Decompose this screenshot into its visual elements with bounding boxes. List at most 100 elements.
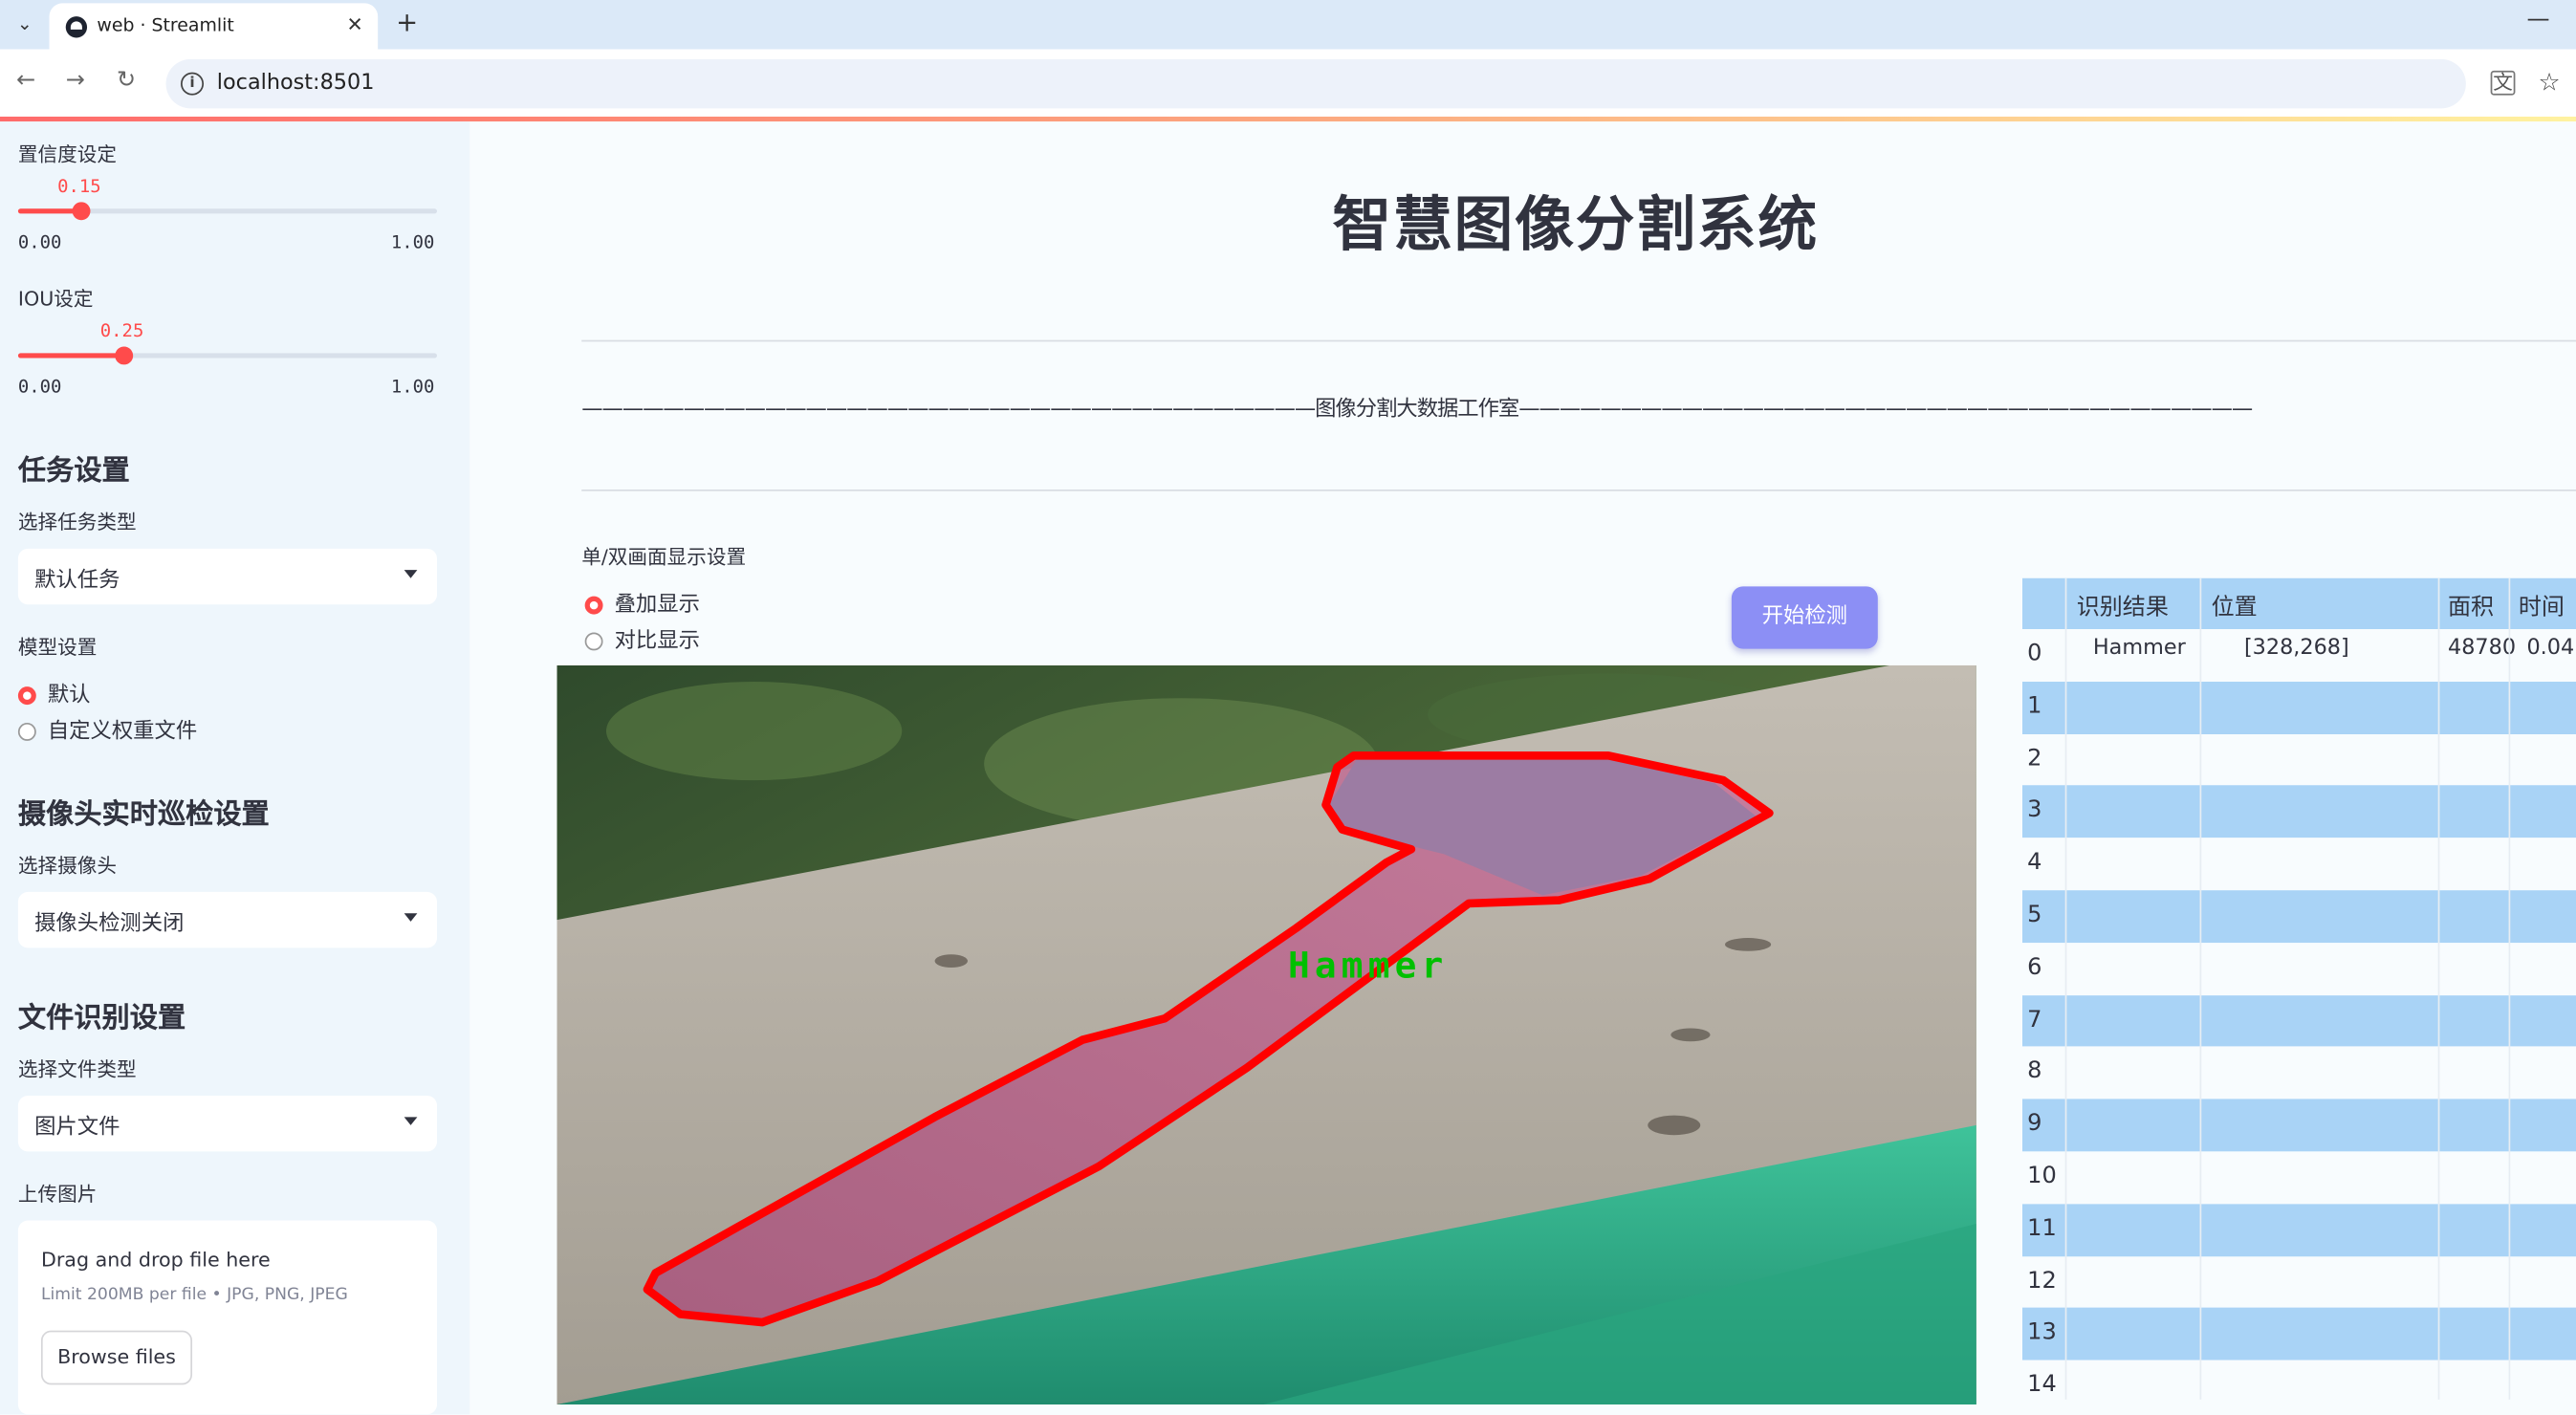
cell-result: Hammer	[2092, 635, 2186, 661]
iou-value: 0.25	[99, 320, 144, 342]
divider	[581, 489, 2576, 491]
table-row[interactable]: 2	[2021, 733, 2576, 786]
tab-search-dropdown-icon[interactable]: ⌄	[10, 10, 39, 39]
radio-unselected-icon	[17, 722, 36, 741]
row-index: 13	[2027, 1319, 2057, 1346]
column-divider	[2064, 577, 2067, 1400]
table-row[interactable]: 1	[2021, 681, 2576, 734]
camera-select[interactable]: 摄像头检测关闭	[17, 891, 438, 948]
table-row[interactable]: 4	[2021, 838, 2576, 891]
new-tab-icon[interactable]: +	[396, 7, 418, 38]
task-type-select[interactable]: 默认任务	[17, 548, 438, 605]
iou-label: IOU设定	[17, 287, 94, 311]
row-index: 12	[2027, 1267, 2057, 1295]
dropzone-title: Drag and drop file here	[40, 1248, 271, 1272]
radio-selected-icon	[17, 686, 36, 706]
page-title: 智慧图像分割系统	[1332, 192, 1819, 260]
task-type-value: 默认任务	[34, 568, 120, 594]
studio-banner: ————————————————————————————————————图像分割…	[581, 397, 2253, 423]
column-divider	[2199, 577, 2202, 1400]
translate-icon[interactable]: 文	[2490, 70, 2516, 96]
row-index: 8	[2027, 1058, 2042, 1085]
display-option-compare-label: 对比显示	[614, 629, 700, 654]
row-index: 5	[2027, 902, 2042, 928]
close-tab-icon[interactable]: ✕	[347, 13, 363, 36]
table-row[interactable]: 9	[2021, 1099, 2576, 1152]
file-type-select[interactable]: 图片文件	[17, 1095, 438, 1152]
row-index: 0	[2027, 641, 2042, 667]
file-settings-heading: 文件识别设置	[17, 1002, 186, 1035]
model-radio-default[interactable]: 默认	[17, 677, 91, 708]
browser-tab-bar: ⌄ web · Streamlit ✕ + —	[0, 0, 2576, 50]
chevron-down-icon	[404, 1117, 418, 1125]
row-index: 1	[2027, 692, 2042, 720]
table-row[interactable]: 8	[2021, 1047, 2576, 1099]
start-detection-button[interactable]: 开始检测	[1731, 586, 1878, 649]
dropzone-limit-hint: Limit 200MB per file • JPG, PNG, JPEG	[40, 1286, 348, 1305]
col-header-area: 面积	[2447, 594, 2495, 621]
radio-selected-icon	[584, 596, 603, 615]
table-row[interactable]: 13	[2021, 1308, 2576, 1361]
detection-label: Hammer	[1288, 944, 1448, 986]
camera-select-value: 摄像头检测关闭	[34, 911, 185, 937]
table-row[interactable]: 10	[2021, 1151, 2576, 1205]
table-row[interactable]: 3	[2021, 785, 2576, 838]
minimize-window-icon[interactable]: —	[2526, 7, 2549, 33]
main-content: 智慧图像分割系统 ———————————————————————————————…	[469, 121, 2576, 1415]
display-mode-label: 单/双画面显示设置	[581, 545, 747, 569]
forward-icon[interactable]: →	[66, 67, 85, 93]
browser-tab[interactable]: web · Streamlit ✕	[49, 3, 379, 50]
col-header-time: 时间	[2518, 594, 2565, 621]
display-option-overlay-label: 叠加显示	[614, 593, 700, 619]
confidence-slider[interactable]	[17, 202, 438, 221]
model-settings-label: 模型设置	[17, 635, 98, 659]
row-index: 14	[2027, 1371, 2057, 1399]
file-type-value: 图片文件	[34, 1115, 120, 1141]
row-index: 11	[2027, 1215, 2057, 1242]
table-row[interactable]: 5	[2021, 890, 2576, 943]
browse-files-button[interactable]: Browse files	[40, 1330, 193, 1385]
table-row[interactable]: 7	[2021, 994, 2576, 1048]
display-radio-overlay[interactable]: 叠加显示	[584, 586, 700, 619]
iou-slider[interactable]	[17, 346, 438, 365]
table-row[interactable]: 12	[2021, 1255, 2576, 1309]
site-info-icon[interactable]: i	[180, 72, 205, 96]
table-row[interactable]: 6	[2021, 942, 2576, 995]
column-divider	[2437, 577, 2440, 1400]
camera-settings-heading: 摄像头实时巡检设置	[17, 798, 270, 832]
model-radio-custom[interactable]: 自定义权重文件	[17, 713, 197, 744]
url-field[interactable]: i localhost:8501	[165, 58, 2466, 109]
cell-area: 48780	[2447, 635, 2517, 661]
table-row[interactable]: 11	[2021, 1204, 2576, 1256]
task-type-label: 选择任务类型	[17, 511, 137, 534]
column-divider	[2508, 577, 2511, 1400]
file-dropzone[interactable]: Drag and drop file here Limit 200MB per …	[17, 1220, 438, 1415]
row-index: 2	[2027, 745, 2042, 772]
iou-max: 1.00	[390, 376, 435, 398]
camera-select-label: 选择摄像头	[17, 854, 118, 878]
bookmark-star-icon[interactable]: ☆	[2538, 67, 2560, 97]
display-radio-compare[interactable]: 对比显示	[584, 622, 700, 654]
confidence-min: 0.00	[17, 231, 62, 253]
cell-time: 0.04	[2526, 635, 2575, 661]
segmentation-overlay-picture: Hammer	[557, 664, 1976, 1404]
tab-title: web · Streamlit	[97, 14, 234, 36]
task-settings-heading: 任务设置	[17, 454, 130, 489]
table-row[interactable]: 0 Hammer [328,268] 48780 0.04	[2021, 629, 2576, 682]
url-text: localhost:8501	[216, 70, 375, 96]
row-index: 3	[2027, 796, 2042, 824]
back-icon[interactable]: ←	[16, 67, 35, 93]
iou-slider-fill	[17, 353, 123, 359]
confidence-label: 置信度设定	[17, 142, 118, 166]
iou-slider-thumb[interactable]	[114, 346, 133, 365]
reload-icon[interactable]: ↻	[117, 67, 136, 93]
streamlit-favicon-icon	[65, 16, 88, 38]
address-bar: ← → ↻ i localhost:8501	[0, 49, 2576, 120]
confidence-slider-fill	[17, 208, 81, 214]
detection-result-image: Hammer	[557, 664, 1976, 1404]
table-row[interactable]: 14	[2021, 1360, 2576, 1413]
row-index: 4	[2027, 849, 2042, 877]
table-header: 识别结果 位置 面积 时间	[2021, 577, 2576, 630]
confidence-slider-thumb[interactable]	[73, 202, 91, 221]
radio-unselected-icon	[584, 632, 603, 651]
